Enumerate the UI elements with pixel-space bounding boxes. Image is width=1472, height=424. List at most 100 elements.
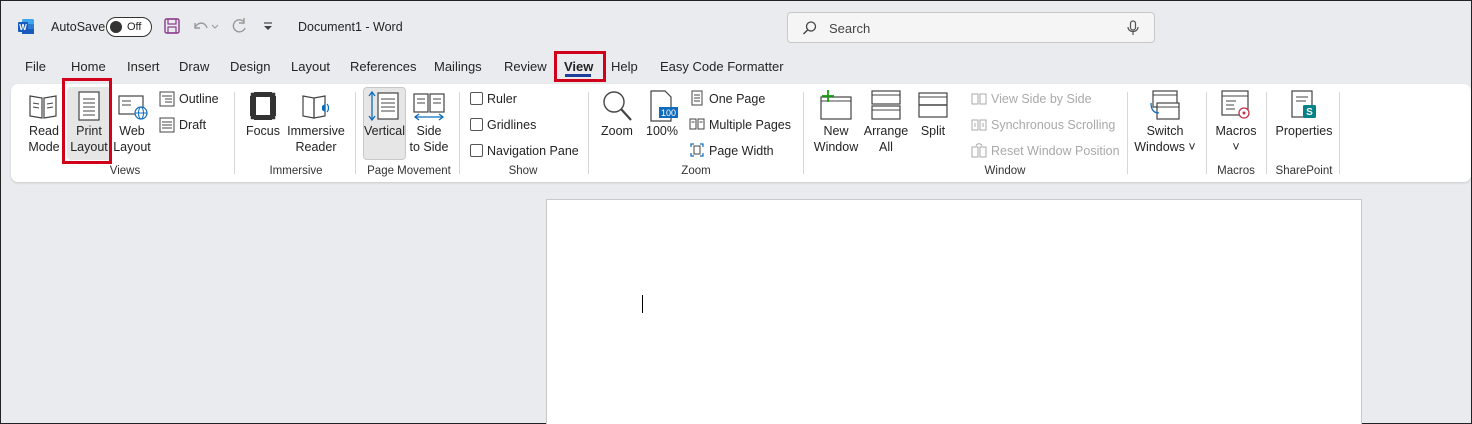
tab-help[interactable]: Help [611,59,638,74]
separator [355,92,356,174]
focus-button[interactable]: Focus [243,123,283,139]
zoom-button[interactable]: Zoom [597,123,637,139]
reset-window-position-button[interactable]: Reset Window Position [991,143,1120,159]
vertical-button[interactable]: Vertical [363,123,406,139]
search-box[interactable]: Search [787,12,1155,43]
document-page[interactable] [546,199,1362,424]
window-group-label: Window [984,165,1026,177]
arrange-all-button[interactable]: Arrange All [861,123,911,155]
separator [1206,92,1207,174]
read-mode-label-2: Mode [28,140,60,154]
tab-design[interactable]: Design [230,59,270,74]
customize-quick-access-icon[interactable] [262,17,274,35]
tab-home[interactable]: Home [71,59,106,74]
multiple-pages-button[interactable]: Multiple Pages [709,117,791,133]
search-placeholder: Search [829,21,871,36]
new-window-label-1: New [823,124,849,138]
separator [1339,92,1340,174]
tab-references[interactable]: References [350,59,416,74]
ribbon-tabs: File Home Insert Draw Design Layout Refe… [1,53,1471,81]
save-icon[interactable] [163,17,181,35]
text-cursor [642,295,643,313]
immersive-reader-label-1: Immersive [287,124,345,138]
view-tab-highlight [554,51,606,82]
web-layout-icon [118,95,148,120]
tab-file[interactable]: File [25,59,46,74]
svg-text:W: W [19,23,27,32]
search-icon [803,21,817,35]
immersive-reader-icon [302,95,330,119]
tab-draw[interactable]: Draw [179,59,209,74]
web-layout-button[interactable]: Web Layout [112,123,152,155]
read-mode-icon [29,95,57,119]
zoom-group-label: Zoom [681,165,711,177]
sharepoint-group-label: SharePoint [1275,165,1333,177]
split-icon [918,92,948,118]
immersive-reader-button[interactable]: Immersive Reader [286,123,346,155]
multiple-pages-icon [689,118,705,130]
read-mode-button[interactable]: Read Mode [25,123,63,155]
side-to-side-button[interactable]: Side to Side [407,123,451,155]
separator [1266,92,1267,174]
macros-icon [1221,90,1250,119]
separator [588,92,589,174]
outline-button[interactable]: Outline [179,91,219,107]
tab-review[interactable]: Review [504,59,547,74]
autosave-toggle[interactable]: Off [106,17,152,37]
side-to-side-icon [413,93,445,121]
ruler-checkbox[interactable] [470,92,483,105]
vertical-icon [368,90,399,122]
ribbon-panel: Read Mode Print Layout Web Layout Outlin… [11,84,1471,182]
one-page-button[interactable]: One Page [709,91,765,107]
immersive-group-label: Immersive [269,165,323,177]
microphone-icon[interactable] [1126,20,1140,36]
side-to-side-label-1: Side [416,124,442,138]
new-window-icon [820,90,852,120]
zoom-100-icon: 100 [650,90,678,122]
print-layout-highlight [62,78,112,164]
page-width-icon [690,143,704,157]
new-window-button[interactable]: New Window [811,123,861,155]
page-width-button[interactable]: Page Width [709,143,774,159]
autosave-label: AutoSave [51,20,106,34]
read-mode-label-1: Read [29,124,59,138]
document-title: Document1 - Word [298,20,403,34]
svg-text:S: S [1306,107,1313,118]
synchronous-scrolling-icon [971,119,987,131]
properties-icon: S [1291,90,1316,118]
macros-dropdown-icon: ˅ [1232,140,1240,154]
tab-mailings[interactable]: Mailings [434,59,482,74]
side-to-side-label-2: to Side [409,140,449,154]
tab-layout[interactable]: Layout [291,59,330,74]
draft-icon [159,117,175,133]
draft-button[interactable]: Draft [179,117,206,133]
title-bar: W AutoSave Off Document1 - Word Search [1,1,1471,53]
redo-icon[interactable] [230,17,248,35]
synchronous-scrolling-button[interactable]: Synchronous Scrolling [991,117,1115,133]
arrange-all-label-2: All [879,140,893,154]
view-side-by-side-button[interactable]: View Side by Side [991,91,1092,107]
macros-button[interactable]: Macros ˅ [1211,123,1261,155]
navigation-pane-label: Navigation Pane [487,144,579,158]
gridlines-checkbox[interactable] [470,118,483,131]
tab-insert[interactable]: Insert [127,59,160,74]
properties-button[interactable]: Properties [1271,123,1337,139]
immersive-reader-label-2: Reader [295,140,337,154]
toggle-knob [110,21,122,33]
svg-text:100: 100 [661,108,676,118]
focus-icon [249,91,277,121]
macros-label: Macros [1215,124,1257,138]
separator [234,92,235,174]
switch-windows-label-1: Switch [1146,124,1184,138]
split-button[interactable]: Split [913,123,953,139]
tab-easy-code-formatter[interactable]: Easy Code Formatter [660,59,784,74]
navigation-pane-checkbox[interactable] [470,144,483,157]
switch-windows-button[interactable]: Switch Windows ˅ [1131,123,1199,155]
arrange-all-icon [871,90,901,120]
page-movement-group-label: Page Movement [367,165,451,177]
views-group-label: Views [109,165,141,177]
word-logo-icon: W [18,19,34,34]
show-group-label: Show [508,165,538,177]
undo-icon[interactable] [191,17,219,35]
zoom-100-button[interactable]: 100% [641,123,683,139]
